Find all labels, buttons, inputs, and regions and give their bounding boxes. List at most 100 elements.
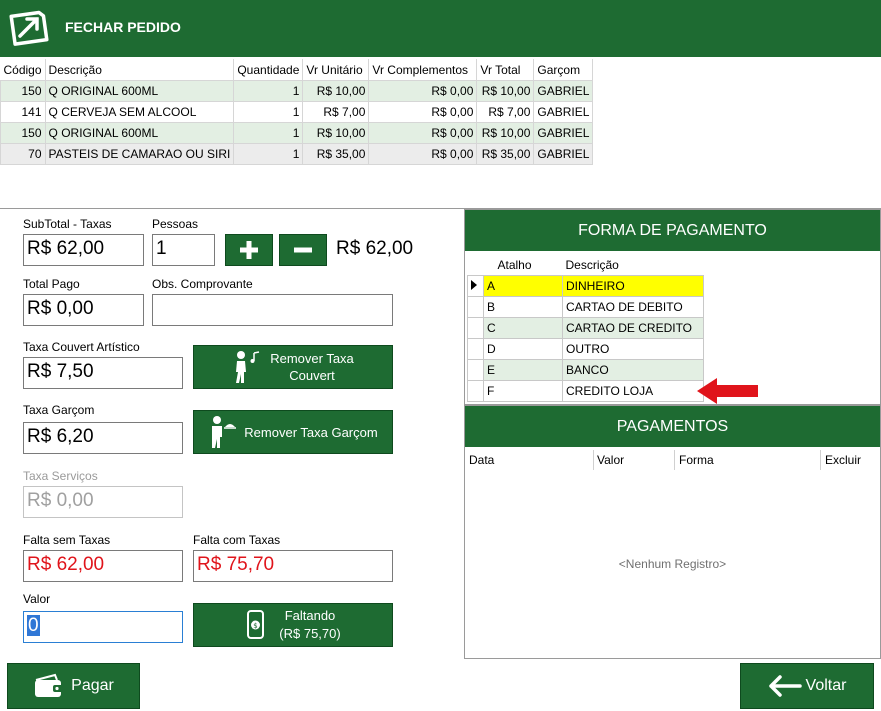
remove-pessoa-button[interactable] bbox=[279, 234, 327, 266]
atalho-cell: E bbox=[483, 359, 563, 381]
column-header-garcom[interactable]: Garçom bbox=[533, 59, 594, 81]
row-selector bbox=[467, 317, 484, 339]
forma-header-row: Atalho Descrição bbox=[468, 255, 704, 276]
column-header-codigo[interactable]: Código bbox=[0, 59, 46, 81]
add-pessoa-button[interactable] bbox=[225, 234, 273, 266]
forma-pagamento-table: Atalho Descrição A DINHEIRO B CARTAO DE … bbox=[467, 255, 704, 402]
faltando-amount: (R$ 75,70) bbox=[279, 626, 341, 641]
cell-vr-complementos: R$ 0,00 bbox=[368, 101, 478, 123]
phone-payment-icon: $ bbox=[247, 610, 265, 639]
forma-row-credito-loja[interactable]: F CREDITO LOJA bbox=[467, 380, 704, 402]
waiter-icon bbox=[212, 416, 237, 448]
column-header-data[interactable]: Data bbox=[469, 453, 494, 467]
obs-comprovante-field[interactable] bbox=[152, 294, 393, 326]
column-header-vr-complementos[interactable]: Vr Complementos bbox=[368, 59, 478, 81]
couvert-field[interactable]: R$ 7,50 bbox=[23, 357, 183, 389]
remove-garcom-button[interactable]: Remover Taxa Garçom bbox=[193, 410, 393, 454]
falta-sem-taxas-field[interactable]: R$ 62,00 bbox=[23, 550, 183, 582]
cell-garcom: GABRIEL bbox=[533, 80, 594, 102]
cell-garcom: GABRIEL bbox=[533, 122, 594, 144]
remove-couvert-label-2: Couvert bbox=[289, 368, 335, 383]
valor-input[interactable]: 0 bbox=[23, 611, 183, 643]
items-grid[interactable]: Código Descrição Quantidade Vr Unitário … bbox=[0, 57, 881, 209]
svg-text:$: $ bbox=[254, 622, 258, 630]
column-header-descricao[interactable]: Descrição bbox=[45, 59, 235, 81]
forma-row-credito[interactable]: C CARTAO DE CREDITO bbox=[467, 317, 704, 339]
table-row[interactable]: 150 Q ORIGINAL 600ML 1 R$ 10,00 R$ 0,00 … bbox=[0, 80, 594, 102]
table-row[interactable]: 70 PASTEIS DE CAMARAO OU SIRI 1 R$ 35,00… bbox=[0, 143, 594, 165]
descricao-cell: BANCO bbox=[562, 359, 704, 381]
page-title: FECHAR PEDIDO bbox=[65, 19, 181, 35]
forma-row-debito[interactable]: B CARTAO DE DEBITO bbox=[467, 296, 704, 318]
column-header-descricao[interactable]: Descrição bbox=[563, 255, 704, 276]
column-header-atalho[interactable]: Atalho bbox=[484, 255, 563, 276]
cell-vr-total: R$ 10,00 bbox=[476, 80, 535, 102]
forma-row-dinheiro[interactable]: A DINHEIRO bbox=[467, 275, 704, 297]
total-pago-label: Total Pago bbox=[23, 277, 80, 291]
atalho-cell: A bbox=[483, 275, 563, 297]
subtotal-field[interactable]: R$ 62,00 bbox=[23, 234, 144, 266]
forma-pagamento-panel: FORMA DE PAGAMENTO Atalho Descrição A DI… bbox=[464, 209, 881, 405]
servicos-field: R$ 0,00 bbox=[23, 486, 183, 518]
total-pago-field[interactable]: R$ 0,00 bbox=[23, 294, 144, 326]
column-header-excluir[interactable]: Excluir bbox=[825, 453, 861, 467]
cell-descricao: Q CERVEJA SEM ALCOOL bbox=[44, 101, 235, 123]
descricao-cell: OUTRO bbox=[562, 338, 704, 360]
cell-vr-total: R$ 7,00 bbox=[476, 101, 535, 123]
table-row[interactable]: 150 Q ORIGINAL 600ML 1 R$ 10,00 R$ 0,00 … bbox=[0, 122, 594, 144]
cell-garcom: GABRIEL bbox=[533, 143, 594, 165]
faltando-button[interactable]: $ Faltando (R$ 75,70) bbox=[193, 603, 393, 647]
falta-com-taxas-label: Falta com Taxas bbox=[193, 533, 281, 547]
falta-com-taxas-field[interactable]: R$ 75,70 bbox=[193, 550, 393, 582]
cell-vr-unitario: R$ 35,00 bbox=[302, 143, 370, 165]
subtotal-label: SubTotal - Taxas bbox=[23, 217, 112, 231]
obs-comprovante-label: Obs. Comprovante bbox=[152, 277, 253, 291]
garcom-field[interactable]: R$ 6,20 bbox=[23, 422, 183, 454]
remove-couvert-button[interactable]: Remover Taxa Couvert bbox=[193, 345, 393, 389]
arrow-box-icon bbox=[9, 10, 49, 46]
column-header-vr-total[interactable]: Vr Total bbox=[476, 59, 535, 81]
forma-row-banco[interactable]: E BANCO bbox=[467, 359, 704, 381]
cell-vr-complementos: R$ 0,00 bbox=[368, 122, 478, 144]
remove-couvert-label-1: Remover Taxa bbox=[270, 351, 354, 366]
row-selector bbox=[467, 296, 484, 318]
cell-vr-complementos: R$ 0,00 bbox=[368, 80, 478, 102]
atalho-cell: D bbox=[483, 338, 563, 360]
cell-codigo: 141 bbox=[0, 101, 46, 123]
cell-descricao: PASTEIS DE CAMARAO OU SIRI bbox=[44, 143, 235, 165]
descricao-cell: CARTAO DE DEBITO bbox=[562, 296, 704, 318]
descricao-cell: CREDITO LOJA bbox=[562, 380, 704, 402]
cell-garcom: GABRIEL bbox=[533, 101, 594, 123]
column-header-vr-unitario[interactable]: Vr Unitário bbox=[302, 59, 370, 81]
row-selector-icon bbox=[467, 275, 484, 297]
servicos-label: Taxa Serviços bbox=[23, 469, 98, 483]
pagamentos-title: PAGAMENTOS bbox=[465, 406, 880, 447]
row-selector bbox=[467, 359, 484, 381]
forma-row-outro[interactable]: D OUTRO bbox=[467, 338, 704, 360]
cell-codigo: 70 bbox=[0, 143, 46, 165]
atalho-cell: C bbox=[483, 317, 563, 339]
table-row[interactable]: 141 Q CERVEJA SEM ALCOOL 1 R$ 7,00 R$ 0,… bbox=[0, 101, 594, 123]
column-header-valor[interactable]: Valor bbox=[597, 453, 624, 467]
voltar-button[interactable]: Voltar bbox=[740, 663, 874, 709]
pessoas-label: Pessoas bbox=[152, 217, 199, 231]
column-header-quantidade[interactable]: Quantidade bbox=[233, 59, 304, 81]
cell-quantidade: 1 bbox=[233, 101, 304, 123]
items-header-row: Código Descrição Quantidade Vr Unitário … bbox=[0, 59, 594, 81]
cell-codigo: 150 bbox=[0, 122, 46, 144]
red-arrow-icon bbox=[697, 378, 758, 404]
pessoas-field[interactable]: 1 bbox=[152, 234, 215, 266]
cell-vr-total: R$ 35,00 bbox=[476, 143, 535, 165]
descricao-cell: CARTAO DE CREDITO bbox=[562, 317, 704, 339]
musician-icon bbox=[236, 351, 260, 383]
couvert-label: Taxa Couvert Artístico bbox=[23, 340, 140, 354]
cell-quantidade: 1 bbox=[233, 143, 304, 165]
cell-vr-unitario: R$ 7,00 bbox=[302, 101, 370, 123]
faltando-label: Faltando bbox=[284, 608, 336, 623]
cell-descricao: Q ORIGINAL 600ML bbox=[44, 80, 235, 102]
column-header-forma[interactable]: Forma bbox=[679, 453, 714, 467]
remove-garcom-label: Remover Taxa Garçom bbox=[244, 424, 378, 440]
empty-message: <Nenhum Registro> bbox=[618, 557, 727, 571]
pagar-button[interactable]: Pagar bbox=[7, 663, 140, 709]
faltando-text: Faltando (R$ 75,70) bbox=[279, 607, 340, 643]
